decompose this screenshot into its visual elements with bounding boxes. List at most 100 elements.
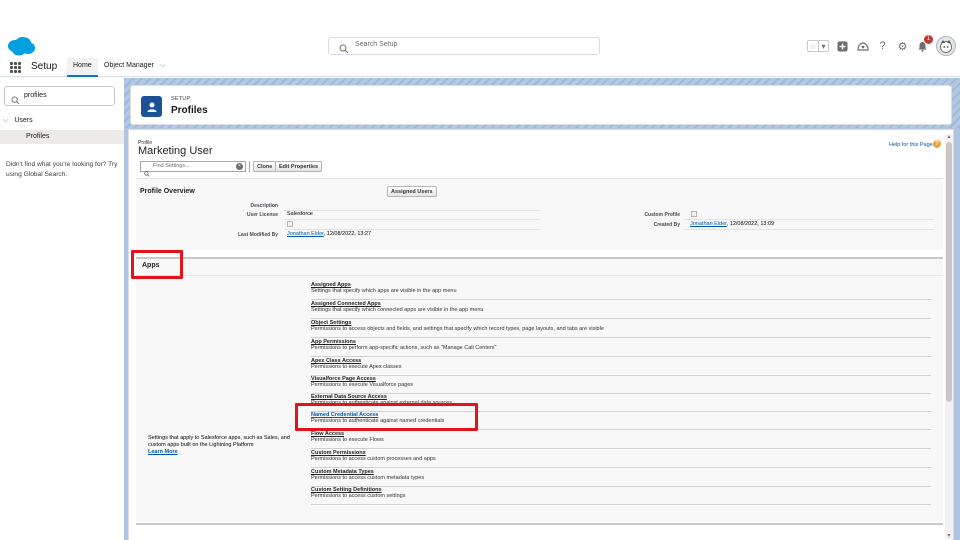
section-divider [136, 275, 943, 276]
created-by-value: Jonathan Elder, 12/08/2022, 13:09 [690, 221, 774, 227]
page-header: SETUP Profiles [130, 85, 952, 125]
salesforce-logo-icon[interactable] [6, 36, 36, 57]
sidebar-item-users-label: Users [14, 117, 33, 124]
apps-description-text: Settings that apply to Salesforce apps, … [148, 435, 290, 448]
help-circle-icon[interactable]: ? [933, 140, 941, 148]
sidebar-item-profiles-label: Profiles [26, 133, 50, 140]
profile-overview-title: Profile Overview [140, 188, 195, 195]
tab-object-manager[interactable]: Object Manager ⌵ [104, 62, 165, 70]
global-create-icon[interactable] [836, 40, 849, 53]
assigned-users-button[interactable]: Assigned Users [387, 186, 437, 197]
header-utility-icons: ☆ ▾ ? ⚙ 1 [807, 34, 956, 56]
setup-sidebar: profiles ⌵ Users Profiles Didn't find wha… [0, 78, 124, 540]
sidebar-help-text: Didn't find what you're looking for? Try… [6, 161, 118, 178]
app-setting-item[interactable]: Apex Class Access Permissions to execute… [311, 358, 931, 376]
page-title: Profiles [171, 105, 208, 116]
user-license-label: User License [246, 212, 278, 218]
section-divider [136, 523, 943, 525]
clear-icon[interactable]: × [236, 163, 243, 170]
row-divider [684, 229, 934, 230]
custom-profile-label: Custom Profile [644, 212, 680, 218]
unlabeled-checkbox [287, 221, 293, 227]
user-license-value: Salesforce [287, 211, 313, 217]
global-header: Search Setup ☆ ▾ ? ⚙ 1 [0, 28, 960, 60]
highlight-box-apps [131, 250, 183, 279]
app-setting-desc: Permissions to execute Apex classes [311, 364, 402, 370]
toolbar-divider [249, 161, 250, 172]
profile-detail-frame: ▲ ▼ Profile Marketing User Help for this… [128, 129, 954, 540]
star-icon[interactable]: ☆ [808, 41, 818, 51]
row-divider [284, 219, 540, 220]
created-by-date: , 12/08/2022, 13:09 [726, 221, 775, 227]
quick-find-value: profiles [24, 92, 47, 99]
trailhead-icon[interactable] [856, 40, 869, 53]
gear-icon[interactable]: ⚙ [896, 40, 909, 53]
tab-object-manager-label: Object Manager [104, 62, 154, 69]
global-search-input[interactable]: Search Setup [328, 37, 600, 55]
tab-home-label: Home [73, 62, 92, 69]
created-by-user-link[interactable]: Jonathan Elder [690, 221, 727, 227]
notification-bell-icon[interactable]: 1 [916, 34, 933, 53]
profile-name: Marketing User [138, 145, 213, 157]
app-name: Setup [31, 61, 58, 72]
user-avatar[interactable] [936, 36, 956, 56]
learn-more-link[interactable]: Learn More [148, 449, 308, 456]
created-by-label: Created By [653, 222, 680, 228]
app-setting-item[interactable]: Flow Access Permissions to execute Flows [311, 431, 931, 449]
main-content: SETUP Profiles ▲ ▼ Profile Marketing Use… [124, 78, 960, 540]
quick-find-input[interactable]: profiles [4, 86, 115, 106]
app-setting-desc: Settings that specify which connected ap… [311, 307, 484, 313]
app-setting-item[interactable]: Custom Setting Definitions Permissions t… [311, 487, 931, 505]
row-divider [284, 210, 540, 211]
clone-button[interactable]: Clone [253, 161, 277, 172]
frame-scrollbar[interactable]: ▲ ▼ [945, 134, 953, 539]
app-setting-desc: Permissions to access custom metadata ty… [311, 475, 425, 481]
row-divider [684, 219, 934, 220]
app-setting-item[interactable]: Custom Permissions Permissions to access… [311, 450, 931, 468]
custom-profile-checkbox [691, 211, 697, 217]
find-settings-input[interactable]: Find Settings... × [140, 161, 246, 177]
highlight-box-named-credential [295, 403, 478, 431]
app-setting-desc: Settings that specify which apps are vis… [311, 288, 457, 294]
scroll-up-icon[interactable]: ▲ [945, 134, 953, 140]
sidebar-item-users[interactable]: ⌵ Users [3, 117, 33, 125]
last-modified-date: , 12/08/2022, 13:27 [323, 231, 372, 237]
last-modified-label: Last Modified By [237, 232, 278, 238]
help-for-page-link[interactable]: Help for this Page [889, 142, 933, 148]
sidebar-item-profiles[interactable]: Profiles [0, 130, 124, 144]
app-setting-item[interactable]: App Permissions Permissions to perform a… [311, 339, 931, 357]
profile-icon [141, 96, 162, 117]
search-icon [11, 92, 20, 105]
last-modified-user-link[interactable]: Jonathan Elder [287, 231, 324, 237]
app-launcher-icon[interactable] [10, 62, 21, 73]
tab-home[interactable]: Home [67, 58, 98, 77]
notification-badge: 1 [924, 34, 933, 44]
search-icon [339, 41, 349, 54]
scrollbar-thumb[interactable] [946, 142, 952, 402]
last-modified-value: Jonathan Elder, 12/08/2022, 13:27 [287, 231, 371, 237]
app-setting-item[interactable]: Custom Metadata Types Permissions to acc… [311, 469, 931, 487]
app-setting-desc: Permissions to access objects and fields… [311, 326, 604, 332]
app-setting-item[interactable]: Visualforce Page Access Permissions to e… [311, 376, 931, 394]
app-setting-desc: Permissions to execute Flows [311, 437, 384, 443]
row-divider [284, 229, 540, 230]
app-setting-desc: Permissions to execute Visualforce pages [311, 382, 414, 388]
page-eyebrow: SETUP [171, 96, 191, 102]
search-icon [144, 164, 150, 177]
app-setting-item[interactable]: Assigned Apps Settings that specify whic… [311, 282, 931, 300]
chevron-down-icon: ⌵ [3, 117, 9, 124]
chevron-down-icon[interactable]: ⌵ [160, 62, 165, 70]
help-icon[interactable]: ? [876, 40, 889, 53]
app-setting-item[interactable]: Assigned Connected Apps Settings that sp… [311, 301, 931, 319]
search-placeholder: Search Setup [355, 41, 398, 48]
scroll-down-icon[interactable]: ▼ [945, 533, 953, 539]
find-settings-placeholder: Find Settings... [153, 163, 190, 169]
app-setting-desc: Permissions to access custom settings [311, 493, 406, 499]
chevron-down-icon[interactable]: ▾ [818, 41, 828, 51]
app-setting-item[interactable]: Object Settings Permissions to access ob… [311, 320, 931, 338]
favorites-group[interactable]: ☆ ▾ [807, 40, 829, 52]
app-setting-desc: Permissions to access custom processes a… [311, 456, 436, 462]
edit-properties-button[interactable]: Edit Properties [275, 161, 323, 172]
app-setting-desc: Permissions to perform app-specific acti… [311, 345, 497, 351]
app-navigation-bar: Setup Home Object Manager ⌵ [0, 58, 960, 77]
